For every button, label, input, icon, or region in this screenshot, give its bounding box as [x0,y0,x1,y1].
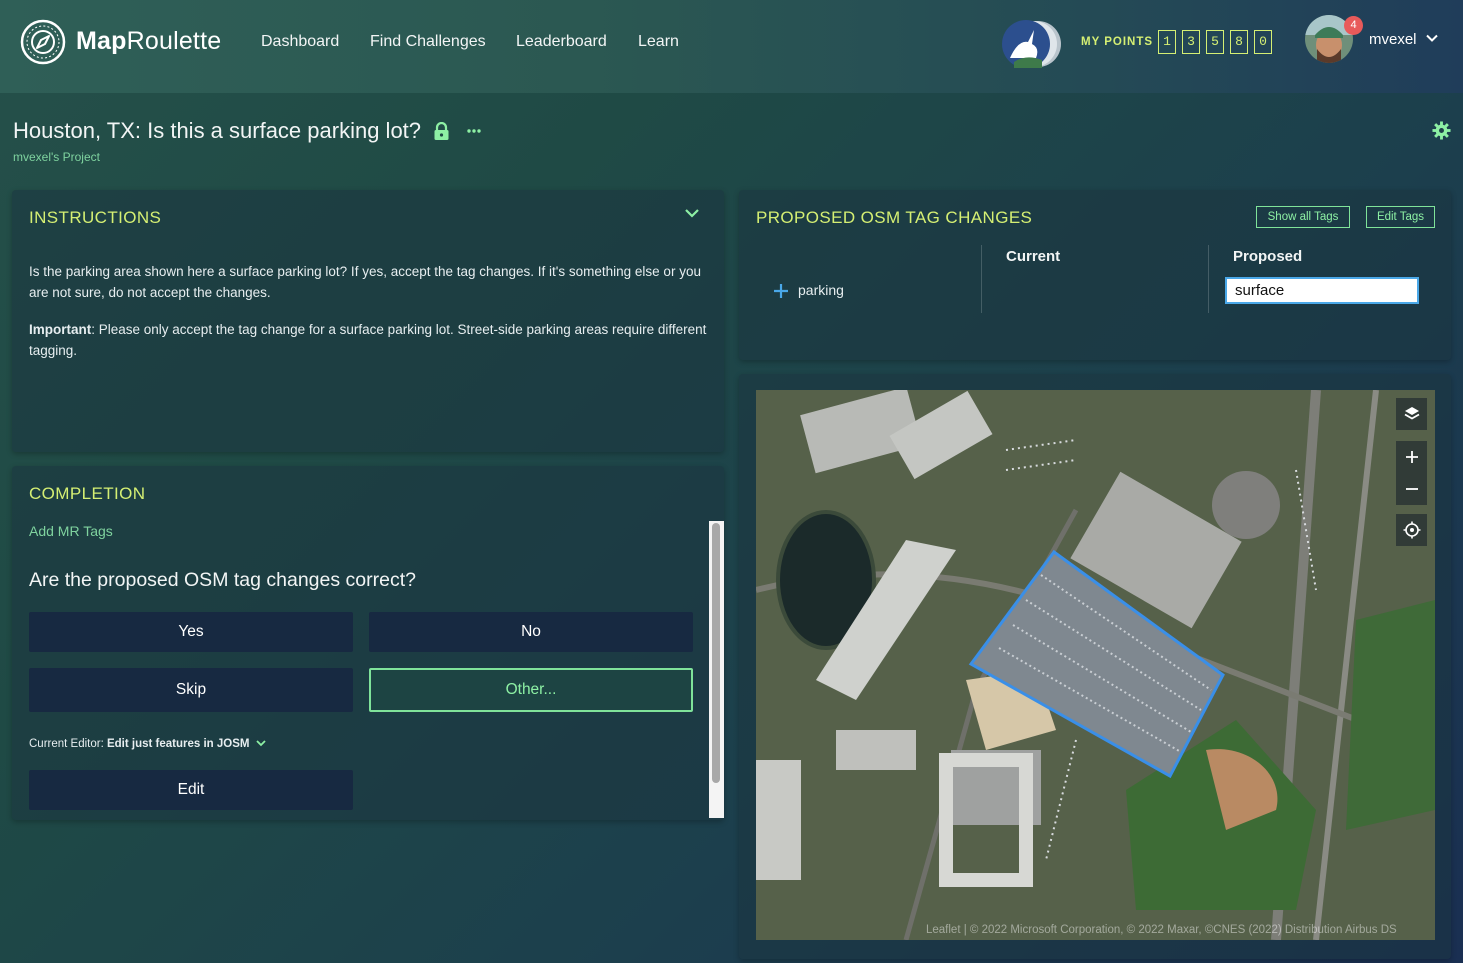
layers-button[interactable] [1396,398,1427,430]
project-link[interactable]: mvexel's Project [13,150,100,164]
nav-find-challenges[interactable]: Find Challenges [370,33,486,51]
crosshair-icon [1403,521,1420,539]
points-digit: 5 [1206,30,1224,54]
minus-icon [1405,488,1418,490]
skip-button[interactable]: Skip [29,668,353,712]
zoom-out-button[interactable] [1396,473,1427,505]
nav-dashboard[interactable]: Dashboard [261,33,339,51]
instructions-text: Is the parking area shown here a surface… [29,264,701,300]
current-editor-selector[interactable]: Current Editor: Edit just features in JO… [29,738,249,750]
nav-learn[interactable]: Learn [638,33,679,51]
proposed-column-header: Proposed [1233,248,1303,265]
current-column-header: Current [1006,248,1061,265]
more-options-icon[interactable] [466,127,482,135]
completion-title: COMPLETION [29,484,146,503]
tag-changes-title: PROPOSED OSM TAG CHANGES [756,208,1033,227]
chevron-down-icon[interactable] [684,207,700,219]
map-attribution[interactable]: Leaflet | © 2022 Microsoft Corporation, … [926,924,1435,936]
tag-key: parking [798,282,844,298]
satellite-imagery [756,390,1435,940]
completion-question: Are the proposed OSM tag changes correct… [29,569,416,591]
lock-icon[interactable] [433,122,450,141]
instructions-title: INSTRUCTIONS [29,208,162,227]
add-mr-tags-link[interactable]: Add MR Tags [29,523,113,539]
chevron-down-icon[interactable] [256,739,266,747]
show-all-tags-button[interactable]: Show all Tags [1256,206,1350,228]
points-digit: 0 [1254,30,1272,54]
chevron-down-icon[interactable] [1425,31,1439,45]
gear-icon[interactable] [1432,121,1451,140]
points-digit: 8 [1230,30,1248,54]
edit-tags-button[interactable]: Edit Tags [1366,206,1435,228]
points-digit: 3 [1182,30,1200,54]
my-points-label: MY POINTS [1081,36,1154,48]
locate-button[interactable] [1396,514,1427,546]
instructions-important: Important: Please only accept the tag ch… [29,322,707,358]
column-divider [981,245,982,313]
plus-icon [774,284,788,298]
column-divider [1208,245,1209,313]
proposed-value-input[interactable] [1225,277,1419,304]
brand-name[interactable]: MapRoulette [76,27,221,56]
username[interactable]: mvexel [1369,31,1417,48]
edit-button[interactable]: Edit [29,770,353,810]
achievement-unicorn-icon[interactable] [1000,18,1062,70]
no-button[interactable]: No [369,612,693,652]
scrollbar-thumb[interactable] [712,523,720,783]
zoom-in-button[interactable] [1396,441,1427,473]
other-button[interactable]: Other... [369,668,693,712]
yes-button[interactable]: Yes [29,612,353,652]
challenge-title: Houston, TX: Is this a surface parking l… [13,118,422,143]
points-digit: 1 [1158,30,1176,54]
maproulette-logo-icon[interactable] [20,19,66,65]
nav-leaderboard[interactable]: Leaderboard [516,33,607,51]
notification-badge[interactable]: 4 [1344,16,1363,35]
plus-icon [1405,451,1418,463]
layers-icon [1404,407,1419,420]
satellite-map[interactable] [756,390,1435,940]
